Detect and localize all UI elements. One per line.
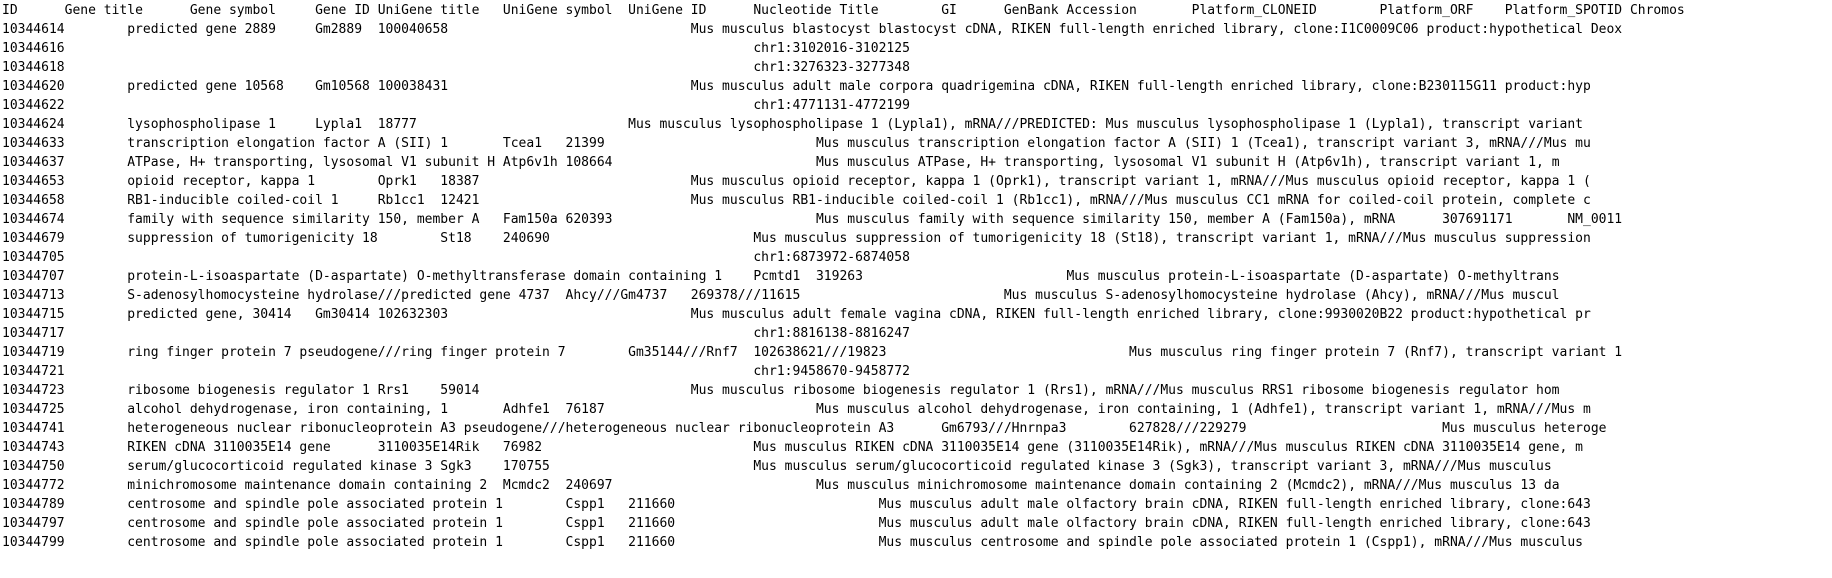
data-line: 10344674 family with sequence similarity… [2, 212, 1623, 227]
data-line: 10344741 heterogeneous nuclear ribonucle… [2, 421, 1607, 436]
data-line: 10344616 chr1:3102016-3102125 [2, 41, 910, 56]
data-line: 10344658 RB1-inducible coiled-coil 1 Rb1… [2, 193, 1591, 208]
data-line: 10344797 centrosome and spindle pole ass… [2, 516, 1591, 531]
data-line: 10344633 transcription elongation factor… [2, 136, 1591, 151]
data-line: 10344789 centrosome and spindle pole ass… [2, 497, 1591, 512]
data-line: 10344679 suppression of tumorigenicity 1… [2, 231, 1591, 246]
data-line: 10344725 alcohol dehydrogenase, iron con… [2, 402, 1591, 417]
data-line: 10344618 chr1:3276323-3277348 [2, 60, 910, 75]
text-document: ID Gene title Gene symbol Gene ID UniGen… [0, 0, 1832, 578]
data-line: 10344713 S-adenosylhomocysteine hydrolas… [2, 288, 1560, 303]
data-line: 10344721 chr1:9458670-9458772 [2, 364, 910, 379]
data-line: 10344622 chr1:4771131-4772199 [2, 98, 910, 113]
data-line: 10344637 ATPase, H+ transporting, lysoso… [2, 155, 1560, 170]
data-line: 10344653 opioid receptor, kappa 1 Oprk1 … [2, 174, 1591, 189]
data-line: 10344717 chr1:8816138-8816247 [2, 326, 910, 341]
data-line: 10344614 predicted gene 2889 Gm2889 1000… [2, 22, 1623, 37]
data-line: 10344620 predicted gene 10568 Gm10568 10… [2, 79, 1591, 94]
header-line: ID Gene title Gene symbol Gene ID UniGen… [2, 3, 1685, 18]
data-line: 10344715 predicted gene, 30414 Gm30414 1… [2, 307, 1591, 322]
data-line: 10344707 protein-L-isoaspartate (D-aspar… [2, 269, 1560, 284]
data-line: 10344743 RIKEN cDNA 3110035E14 gene 3110… [2, 440, 1583, 455]
data-line: 10344723 ribosome biogenesis regulator 1… [2, 383, 1560, 398]
data-line: 10344799 centrosome and spindle pole ass… [2, 535, 1583, 550]
data-line: 10344624 lysophospholipase 1 Lypla1 1877… [2, 117, 1583, 132]
data-line: 10344750 serum/glucocorticoid regulated … [2, 459, 1552, 474]
data-line: 10344772 minichromosome maintenance doma… [2, 478, 1560, 493]
data-line: 10344719 ring finger protein 7 pseudogen… [2, 345, 1623, 360]
data-line: 10344705 chr1:6873972-6874058 [2, 250, 910, 265]
